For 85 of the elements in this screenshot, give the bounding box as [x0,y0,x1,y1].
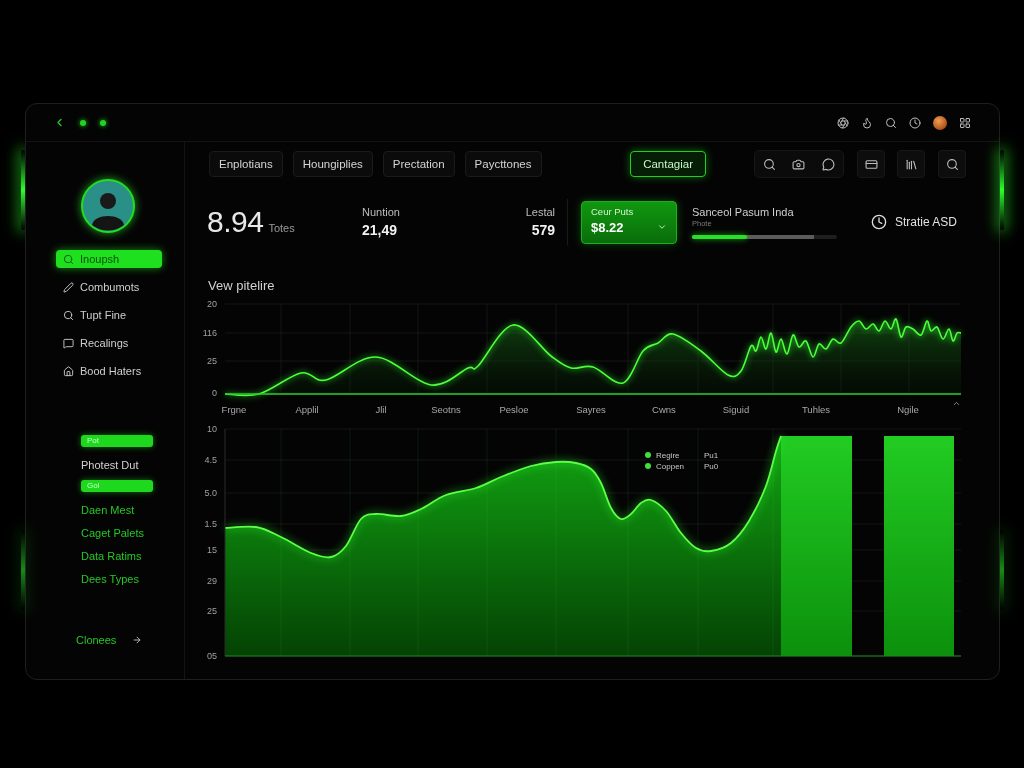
search-icon [763,157,777,171]
sidebar-item[interactable]: Inoupsh [56,250,162,268]
legend-dot-icon [645,452,651,458]
nav-button[interactable]: Houngiplies [292,151,373,177]
y-axis-label: 116 [202,328,217,338]
metric-value: 21,49 [362,222,398,238]
y-axis-label: 29 [207,576,217,586]
user-avatar [81,179,135,233]
chat-icon [821,157,835,171]
x-axis-label: Sayres [576,404,606,415]
y-axis-label: 20 [207,299,217,309]
house-icon [63,365,74,377]
y-axis-label: 10 [207,424,217,434]
x-axis-label: Cwns [652,404,676,415]
legend-dot-icon [645,463,651,469]
x-axis-label: Applil [295,404,319,415]
aperture-icon[interactable] [837,116,849,129]
pen-icon [63,281,74,293]
chart-title: Vew pitelire [208,278,275,293]
status-dot-icon [80,119,86,126]
clock-icon[interactable] [909,116,921,129]
x-axis-label: Ngile [897,404,919,415]
y-axis-label: 25 [207,356,217,366]
x-axis-label: Frgne [221,404,247,415]
search-button[interactable] [938,150,966,178]
x-axis-label: Jlil [375,404,387,415]
y-axis-label: 1.5 [204,519,217,529]
metric-label: Nuntion [362,206,400,218]
y-axis-label: 05 [207,651,217,661]
sidebar-item[interactable]: Recalings [56,334,162,352]
card-icon [864,157,878,171]
x-axis-label: Seotns [431,404,461,415]
legend-label: Coppen [656,462,685,471]
grid-icon[interactable] [959,116,971,129]
search-icon [63,253,74,265]
library-icon [904,157,918,171]
chat-icon [63,337,74,349]
total-unit: Totes [268,222,295,234]
card-label: Ceur Puts [591,205,635,217]
flame-icon[interactable] [861,116,873,129]
metric-label: Lestal [525,206,555,218]
progress-title: Sanceol Pasum Inda [692,205,795,218]
search-icon[interactable] [885,116,897,129]
nav-button[interactable]: Paycttones [464,151,542,177]
nav-button[interactable]: Prectation [382,151,455,177]
section-tag: Gol [81,480,153,492]
legend-value: Pu1 [704,451,719,460]
card-button[interactable] [857,150,885,178]
sidebar-item[interactable]: Bood Haters [56,362,162,380]
action-button[interactable]: Cantagiar [630,151,706,177]
x-axis-label: Siguid [722,404,750,415]
total-value: 8.94 [207,205,264,239]
sidebar-link[interactable]: Dees Types [81,572,139,586]
y-axis-label: 15 [207,545,217,555]
library-button[interactable] [897,150,925,178]
sidebar-item[interactable]: Combumots [56,278,162,296]
nav-button[interactable]: Enplotians [209,151,283,177]
sidebar-link[interactable]: Data Ratims [81,549,142,563]
status-label: Stratie ASD [894,215,957,229]
clock-icon [870,214,887,230]
section-tag: Pot [81,435,153,447]
sidebar-label: Photest Dut [81,458,139,472]
legend-value: Pu0 [704,462,719,471]
y-axis-label: 0 [212,388,217,398]
legend-label: Regire [656,451,680,460]
footer-link[interactable]: Clonees [76,633,143,647]
sidebar-link[interactable]: Caget Palets [81,526,144,540]
x-axis-label: Tuhles [801,404,831,415]
sidebar-link[interactable]: Daen Mest [81,503,135,517]
y-axis-label: 4.5 [204,455,217,465]
price-card[interactable]: Ceur Puts $8.22 [581,200,677,244]
status-dot-icon [100,119,106,126]
sidebar-item[interactable]: Tupt Fine [56,306,162,324]
x-axis-label: Pesloe [499,404,529,415]
search-icon [63,309,74,321]
metric-value: 579 [531,222,555,238]
user-avatar[interactable] [933,115,947,130]
card-value: $8.22 [591,219,625,235]
arrow-right-icon [132,635,143,645]
caret-up-icon[interactable] [954,402,959,405]
camera-icon [792,157,806,171]
y-axis-label: 5.0 [204,488,217,498]
search-icon [945,157,959,171]
chat-button[interactable] [819,155,837,173]
y-axis-label: 25 [207,606,217,616]
